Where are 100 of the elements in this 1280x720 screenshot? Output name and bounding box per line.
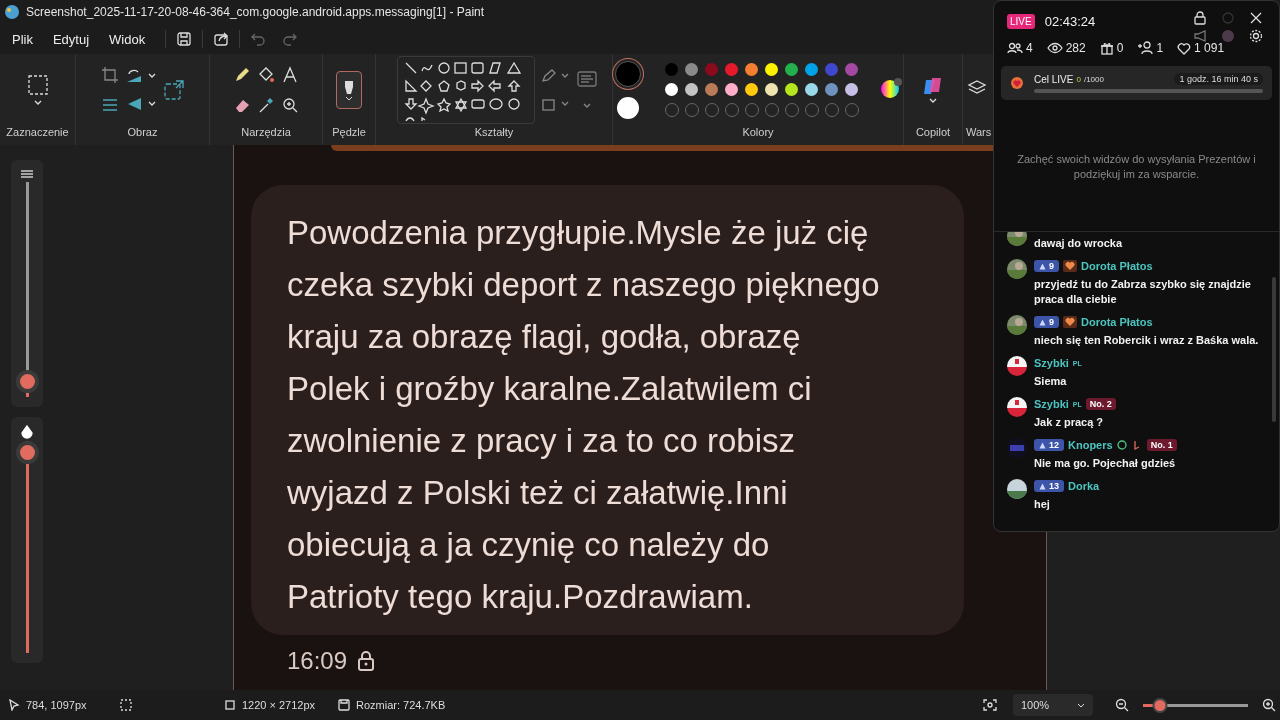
color-swatch[interactable] <box>744 63 758 76</box>
color-swatch[interactable] <box>764 83 778 96</box>
color-swatch[interactable] <box>664 63 678 76</box>
color-swatch[interactable] <box>844 83 858 96</box>
username[interactable]: Knopers <box>1068 439 1113 451</box>
username[interactable]: Dorota Płatos <box>1081 316 1153 328</box>
group-label: Kształty <box>474 126 514 138</box>
slider-thumb[interactable] <box>15 441 39 464</box>
magnifier-icon[interactable] <box>281 96 299 114</box>
outline-icon[interactable] <box>541 68 571 84</box>
settings-icon[interactable] <box>1249 29 1263 43</box>
message-text-line: Powodzenia przygłupie.Mysle że już cię <box>287 213 869 253</box>
menu-item[interactable]: Edytuj <box>42 27 100 51</box>
share-icon[interactable] <box>213 31 230 47</box>
gift-icon <box>1099 41 1114 55</box>
color-swatch[interactable] <box>784 83 798 96</box>
color-swatch[interactable] <box>824 63 838 76</box>
zoom-dropdown[interactable]: 100% <box>1013 694 1093 716</box>
color-picker-icon[interactable] <box>257 96 275 114</box>
scrollbar[interactable] <box>1272 277 1276 422</box>
color-swatch[interactable] <box>724 83 738 96</box>
group-label: Wars <box>966 126 992 138</box>
username[interactable]: Dorota Płatos <box>1081 260 1153 272</box>
fill-bucket-icon[interactable] <box>257 66 275 84</box>
avatar[interactable] <box>1007 232 1027 246</box>
goal-time-left: 1 godz. 16 min 40 s <box>1174 73 1263 85</box>
resize-icon[interactable] <box>162 79 185 101</box>
stat-value: 1 091 <box>1194 41 1225 55</box>
avatar[interactable] <box>1007 479 1027 499</box>
color-swatch[interactable] <box>824 83 838 96</box>
opacity-icon <box>21 425 33 439</box>
save-icon[interactable] <box>176 31 193 47</box>
avatar[interactable] <box>1007 259 1027 279</box>
stat-value: 1 <box>1156 41 1164 55</box>
text-icon[interactable] <box>281 66 299 84</box>
chat-message: hej <box>1034 497 1051 512</box>
menu-item[interactable]: Widok <box>99 27 156 51</box>
eye-icon <box>1046 42 1063 54</box>
color-swatch[interactable] <box>744 83 758 96</box>
avatar[interactable] <box>1007 397 1027 417</box>
size-slider[interactable] <box>14 182 40 397</box>
shape-fill-icon[interactable] <box>541 96 571 112</box>
add-person-icon <box>1137 41 1154 55</box>
rank-badge: No. 2 <box>1085 398 1116 410</box>
people-icon <box>1007 42 1023 54</box>
stat-value: 282 <box>1065 41 1086 55</box>
color-swatch[interactable] <box>764 63 778 76</box>
goal-target: /1000 <box>1083 74 1104 84</box>
chat-message: niech się ten Robercik i wraz z Baśka wala. <box>1034 333 1259 348</box>
level-badge: 13 <box>1034 480 1064 492</box>
selection-icon[interactable] <box>26 74 49 96</box>
color-swatch[interactable] <box>704 83 718 96</box>
paint-app-icon <box>4 4 20 20</box>
zoom-in-icon[interactable] <box>1262 698 1276 712</box>
crop-icon[interactable] <box>100 66 119 84</box>
color-swatch[interactable] <box>684 63 698 76</box>
slider-thumb[interactable] <box>15 370 39 394</box>
color-swatch[interactable] <box>784 63 798 76</box>
avatar[interactable] <box>1007 356 1027 376</box>
avatar[interactable] <box>1007 315 1027 335</box>
redo-icon[interactable] <box>282 31 299 47</box>
message-text-line: Patrioty tego kraju.Pozdrawiam. <box>287 577 753 617</box>
color-swatch[interactable] <box>664 83 678 96</box>
username[interactable]: Szybki <box>1034 357 1069 369</box>
lock-icon[interactable] <box>1193 11 1207 25</box>
message-text-line: wyjazd z Polski też ci załatwię.Inni <box>287 473 788 513</box>
pencil-icon[interactable] <box>233 66 251 84</box>
goal-title: Cel LIVE <box>1034 73 1074 85</box>
fit-to-window-icon[interactable] <box>983 699 997 711</box>
opacity-slider[interactable] <box>14 441 40 653</box>
brush-size-icon <box>20 168 34 180</box>
color-wheel-icon[interactable] <box>879 77 902 99</box>
undo-icon[interactable] <box>250 31 267 47</box>
color-swatch[interactable] <box>844 63 858 76</box>
megaphone-icon[interactable] <box>1193 29 1207 43</box>
color-swatch[interactable] <box>804 63 818 76</box>
close-icon[interactable] <box>1249 11 1263 25</box>
primary-color[interactable] <box>614 61 641 87</box>
menu-item[interactable]: Plik <box>2 27 43 51</box>
canvas-size: 1220 × 2712px <box>242 699 316 711</box>
brush-button[interactable] <box>336 71 362 109</box>
level-badge: 9 <box>1034 316 1059 328</box>
chat-message: Jak z pracą ? <box>1034 415 1105 430</box>
gift-prompt: Zachęć swoich widzów do wysyłania Prezentów i podziękuj im za wsparcie. <box>1016 152 1257 182</box>
group-label: Pędzle <box>332 126 366 138</box>
color-swatch[interactable] <box>804 83 818 96</box>
username[interactable]: Szybki <box>1034 398 1069 410</box>
color-swatch[interactable] <box>724 63 738 76</box>
chat-message: dawaj do wrocka <box>1034 236 1123 251</box>
copilot-icon[interactable] <box>922 76 944 96</box>
message-text-line: czeka szybki deport z naszego pięknego <box>287 265 880 305</box>
slider-thumb[interactable] <box>1152 697 1168 713</box>
username[interactable]: Dorka <box>1068 480 1100 492</box>
message-text-line: kraju za obrazę flagi, godła, obrazę <box>287 317 801 357</box>
zoom-out-icon[interactable] <box>1115 698 1129 712</box>
secondary-color[interactable] <box>616 97 639 119</box>
color-swatch[interactable] <box>684 83 698 96</box>
texture-icon[interactable] <box>577 71 597 87</box>
color-swatch[interactable] <box>704 63 718 76</box>
chat-message: Siema <box>1034 374 1068 389</box>
